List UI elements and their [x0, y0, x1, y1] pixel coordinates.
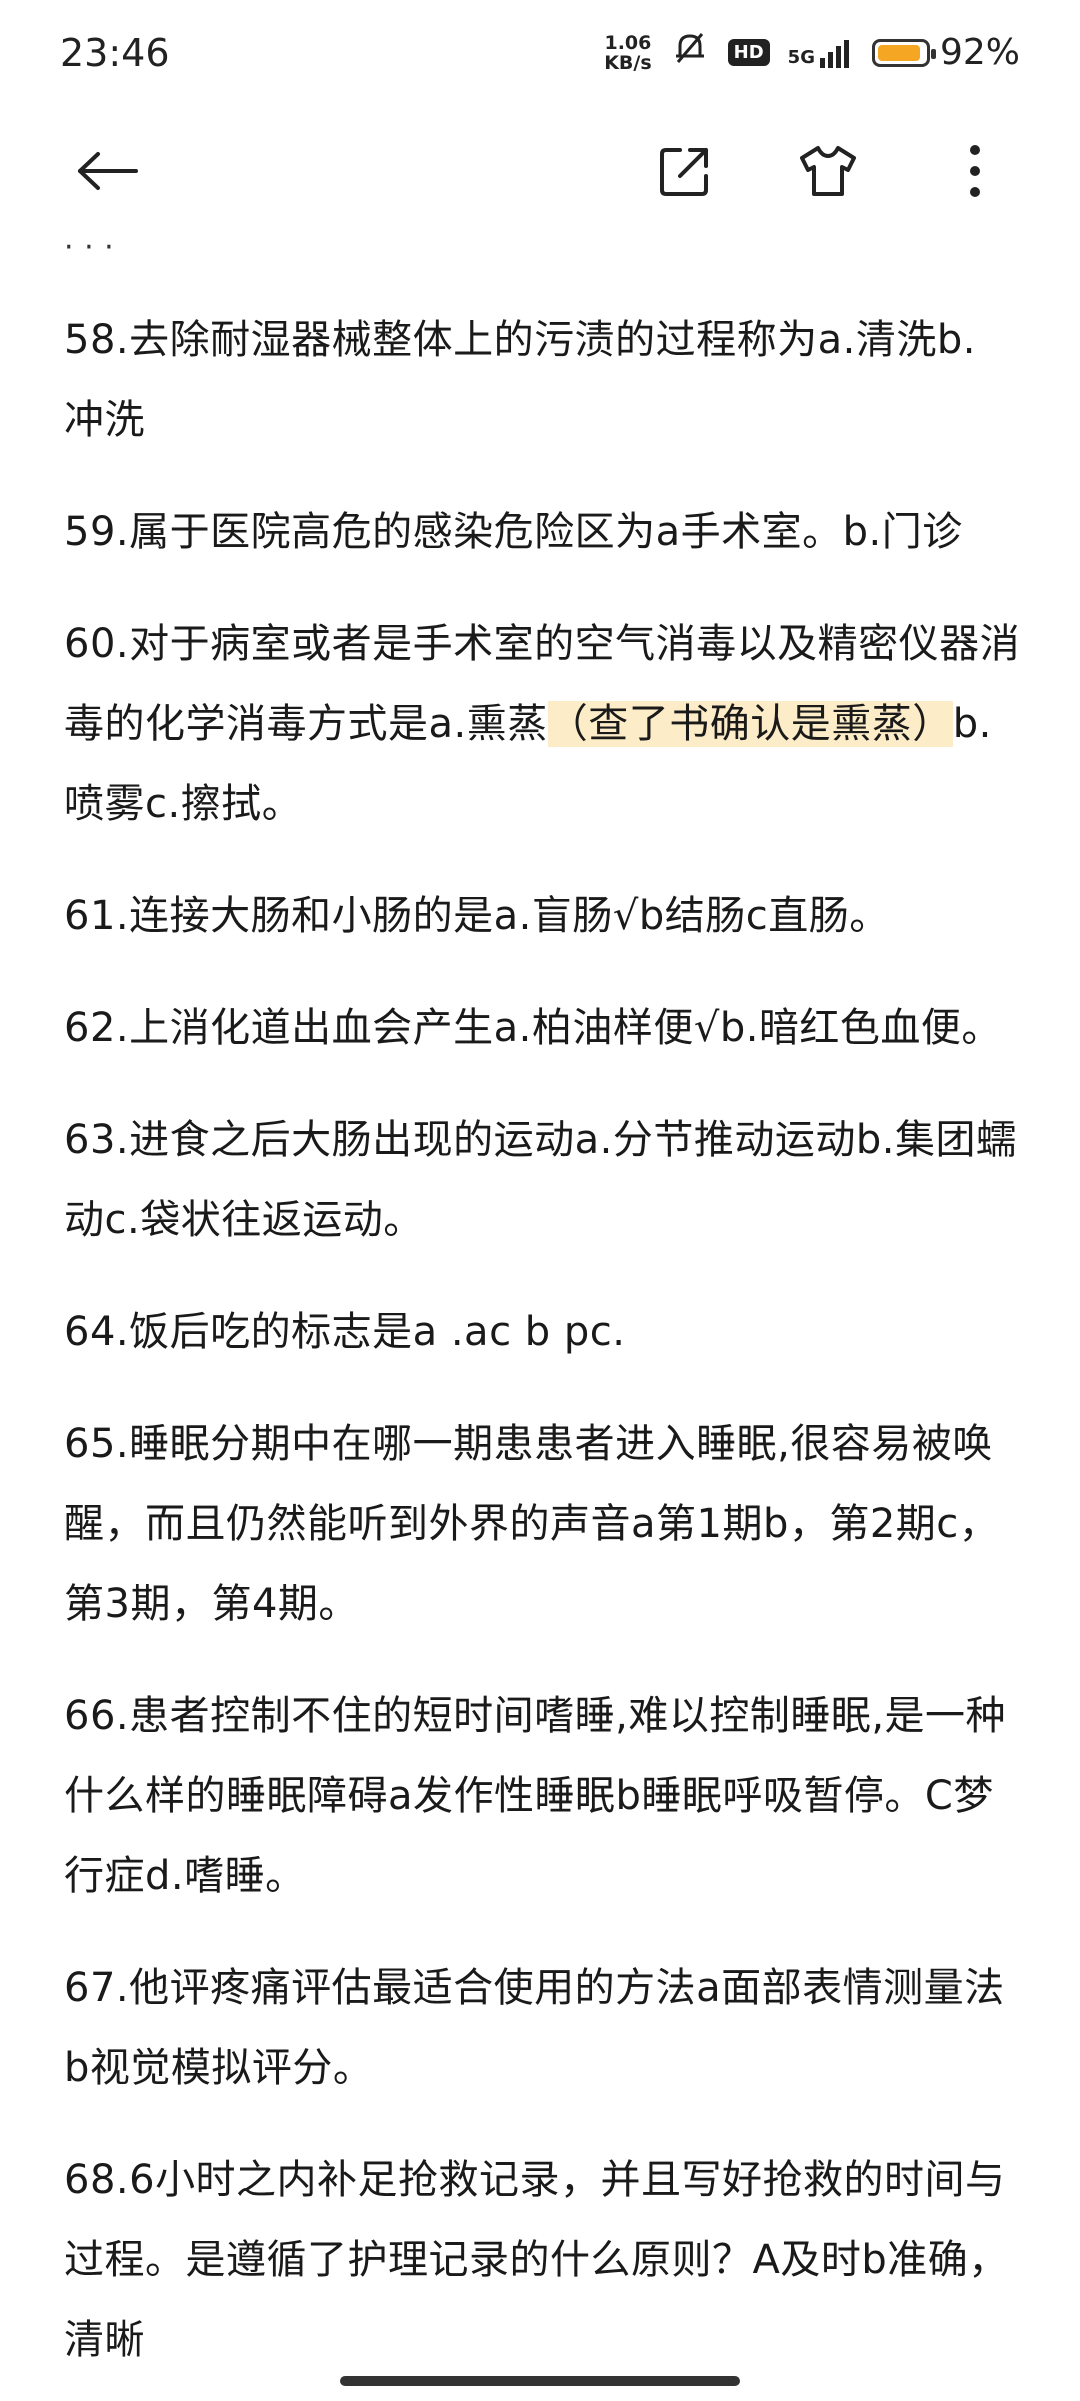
- signal-strength-icon: 5G: [788, 38, 854, 68]
- hd-badge: HD: [727, 39, 770, 66]
- list-item: 60.对于病室或者是手术室的空气消毒以及精密仪器消毒的化学消毒方式是a.熏蒸（查…: [64, 604, 1024, 844]
- battery-fill: [877, 44, 920, 61]
- highlighted-text: （查了书确认是熏蒸）: [547, 701, 953, 747]
- list-item: 66.患者控制不住的短时间嗜睡,难以控制睡眠,是一种什么样的睡眠障碍a发作性睡眠…: [64, 1693, 1007, 1899]
- status-icons: 1.06 KB/s HD 5G 92%: [604, 28, 1020, 77]
- status-time: 23:46: [60, 30, 170, 75]
- more-button[interactable]: [935, 133, 1015, 213]
- network-type: 5G: [787, 46, 815, 68]
- battery-icon: [871, 38, 936, 67]
- list-item: 68.6小时之内补足抢救记录，并且写好抢救的时间与过程。是遵循了护理记录的什么原…: [64, 2157, 1009, 2363]
- share-external-icon: [658, 144, 712, 202]
- more-vertical-icon: [969, 144, 981, 202]
- arrow-left-icon: [76, 151, 140, 195]
- status-bar: 23:46 1.06 KB/s HD 5G 92%: [0, 0, 1080, 105]
- theme-button[interactable]: [788, 133, 868, 213]
- note-content[interactable]: · · · 58.去除耐湿器械整体上的污渍的过程称为a.清洗b. 冲洗 59.属…: [64, 238, 1024, 2401]
- network-speed: 1.06 KB/s: [604, 33, 651, 73]
- list-item: 65.睡眠分期中在哪一期患患者进入睡眠,很容易被唤醒，而且仍然能听到外界的声音a…: [64, 1421, 1000, 1627]
- back-button[interactable]: [68, 133, 148, 213]
- network-speed-unit: KB/s: [604, 51, 652, 74]
- list-item: 64.饭后吃的标志是a .ac b pc.: [64, 1309, 626, 1355]
- list-item: 62.上消化道出血会产生a.柏油样便√b.暗红色血便。: [64, 1005, 1002, 1051]
- list-item: 59.属于医院高危的感染危险区为a手术室。b.门诊: [64, 509, 963, 555]
- list-item: 67.他评疼痛评估最适合使用的方法a面部表情测量法b视觉模拟评分。: [64, 1965, 1005, 2091]
- bell-muted-icon: [670, 28, 710, 77]
- battery-percent: 92%: [939, 32, 1020, 73]
- share-button[interactable]: [645, 133, 725, 213]
- network-speed-value: 1.06: [604, 31, 652, 54]
- truncated-text: · · ·: [64, 238, 115, 258]
- list-item: 61.连接大肠和小肠的是a.盲肠√b结肠c直肠。: [64, 893, 890, 939]
- battery-indicator: 92%: [871, 32, 1020, 73]
- home-indicator[interactable]: [340, 2376, 740, 2386]
- top-toolbar: [0, 105, 1080, 235]
- list-item: 63.进食之后大肠出现的运动a.分节推动运动b.集团蠕动c.袋状往返运动。: [64, 1117, 1017, 1243]
- tshirt-icon: [798, 144, 858, 202]
- list-item: 58.去除耐湿器械整体上的污渍的过程称为a.清洗b. 冲洗: [64, 317, 976, 443]
